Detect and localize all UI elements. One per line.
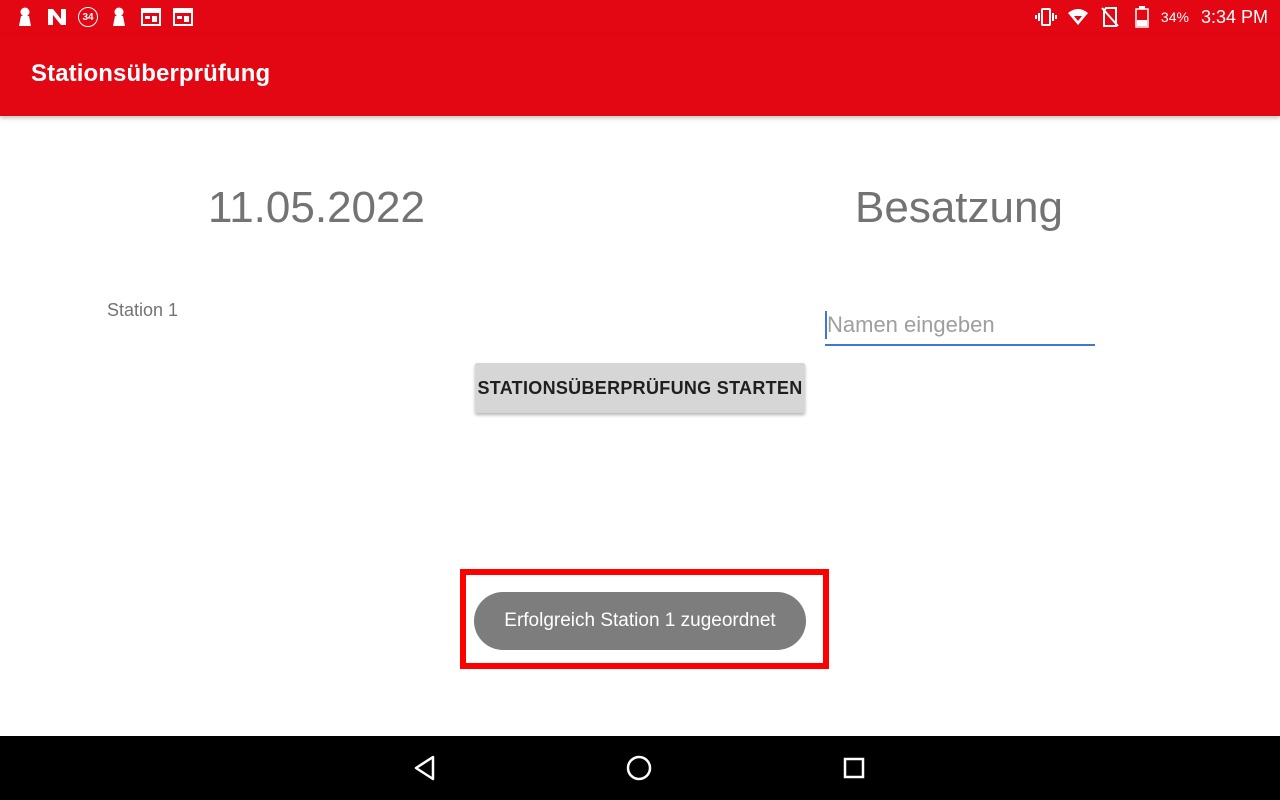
system-icons: 34% 3:34 PM	[1034, 4, 1268, 30]
wifi-icon	[1067, 6, 1089, 28]
vibrate-icon	[1034, 6, 1057, 28]
notification-icons: 34	[14, 5, 194, 29]
page-title: Stationsüberprüfung	[31, 60, 271, 87]
calendar-icon	[140, 6, 162, 28]
badge-34-icon: 34	[78, 7, 98, 27]
no-sim-icon	[1099, 6, 1121, 28]
date-display: 11.05.2022	[208, 183, 425, 232]
crew-heading: Besatzung	[855, 183, 1063, 232]
calendar-icon	[172, 6, 194, 28]
screen: 34 34% 3:34 PM Stationsüberprüfung 11.05…	[0, 0, 1280, 800]
app-bar: Stationsüberprüfung	[0, 34, 1280, 116]
name-input[interactable]	[825, 310, 1095, 346]
home-icon[interactable]	[623, 752, 655, 784]
back-icon[interactable]	[409, 752, 441, 784]
keyhole-icon	[108, 6, 130, 28]
recents-icon[interactable]	[838, 752, 870, 784]
toast-text: Erfolgreich Station 1 zugeordnet	[504, 610, 776, 631]
n-app-icon	[46, 6, 68, 28]
navigation-bar	[0, 736, 1280, 800]
status-bar: 34 34% 3:34 PM	[0, 0, 1280, 34]
battery-icon	[1131, 6, 1153, 28]
text-cursor	[825, 311, 827, 339]
station-label: Station 1	[107, 300, 179, 320]
clock: 3:34 PM	[1200, 6, 1268, 27]
start-station-check-button[interactable]: STATIONSÜBERPRÜFUNG STARTEN	[475, 363, 805, 413]
toast-message: Erfolgreich Station 1 zugeordnet	[474, 592, 806, 650]
battery-percent: 34%	[1160, 9, 1189, 25]
keyhole-icon	[14, 6, 36, 28]
